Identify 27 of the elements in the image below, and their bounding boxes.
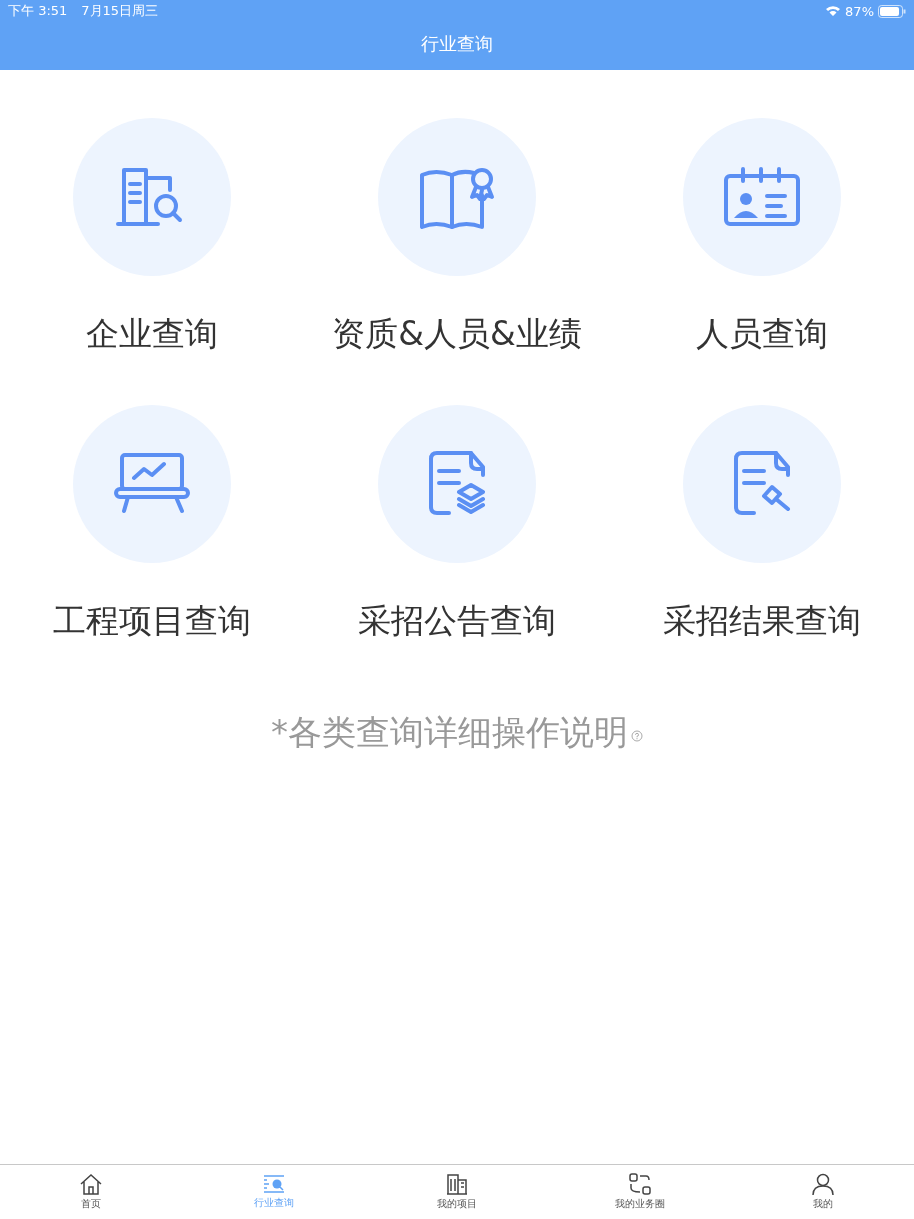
tile-label[interactable]: 采招结果查询 xyxy=(662,599,861,644)
help-icon[interactable] xyxy=(631,730,643,742)
book-badge-icon xyxy=(418,165,496,229)
id-card-icon xyxy=(722,166,801,228)
tile-label[interactable]: 人员查询 xyxy=(695,312,828,357)
tile-label[interactable]: 资质&人员&业绩 xyxy=(332,312,582,357)
document-layers-icon xyxy=(427,451,487,517)
battery-percent: 87% xyxy=(845,3,874,19)
tab-bar-item[interactable]: 我的 xyxy=(731,1165,914,1219)
chart-board-icon xyxy=(114,452,191,516)
battery-icon xyxy=(878,4,906,18)
swap-squares-icon xyxy=(627,1173,652,1195)
tile-label[interactable]: 工程项目查询 xyxy=(53,599,252,644)
home-icon xyxy=(79,1173,104,1195)
tab-bar-item[interactable]: 我的业务圈 xyxy=(548,1165,732,1219)
page-title: 行业查询 xyxy=(420,32,494,56)
document-gavel-icon xyxy=(731,451,792,517)
status-time: 下午 3:51 xyxy=(8,2,68,20)
search-list-icon xyxy=(262,1174,287,1194)
tab-bar-item[interactable]: 首页 xyxy=(0,1165,183,1219)
tile-label[interactable]: 企业查询 xyxy=(86,312,219,357)
tile-label[interactable]: 采招公告查询 xyxy=(358,599,556,644)
building-icon xyxy=(445,1173,469,1195)
person-icon xyxy=(810,1173,835,1195)
wifi-icon xyxy=(825,5,842,17)
status-date: 7月15日周三 xyxy=(81,2,159,20)
tab-bar-item[interactable]: 我的项目 xyxy=(365,1165,549,1219)
